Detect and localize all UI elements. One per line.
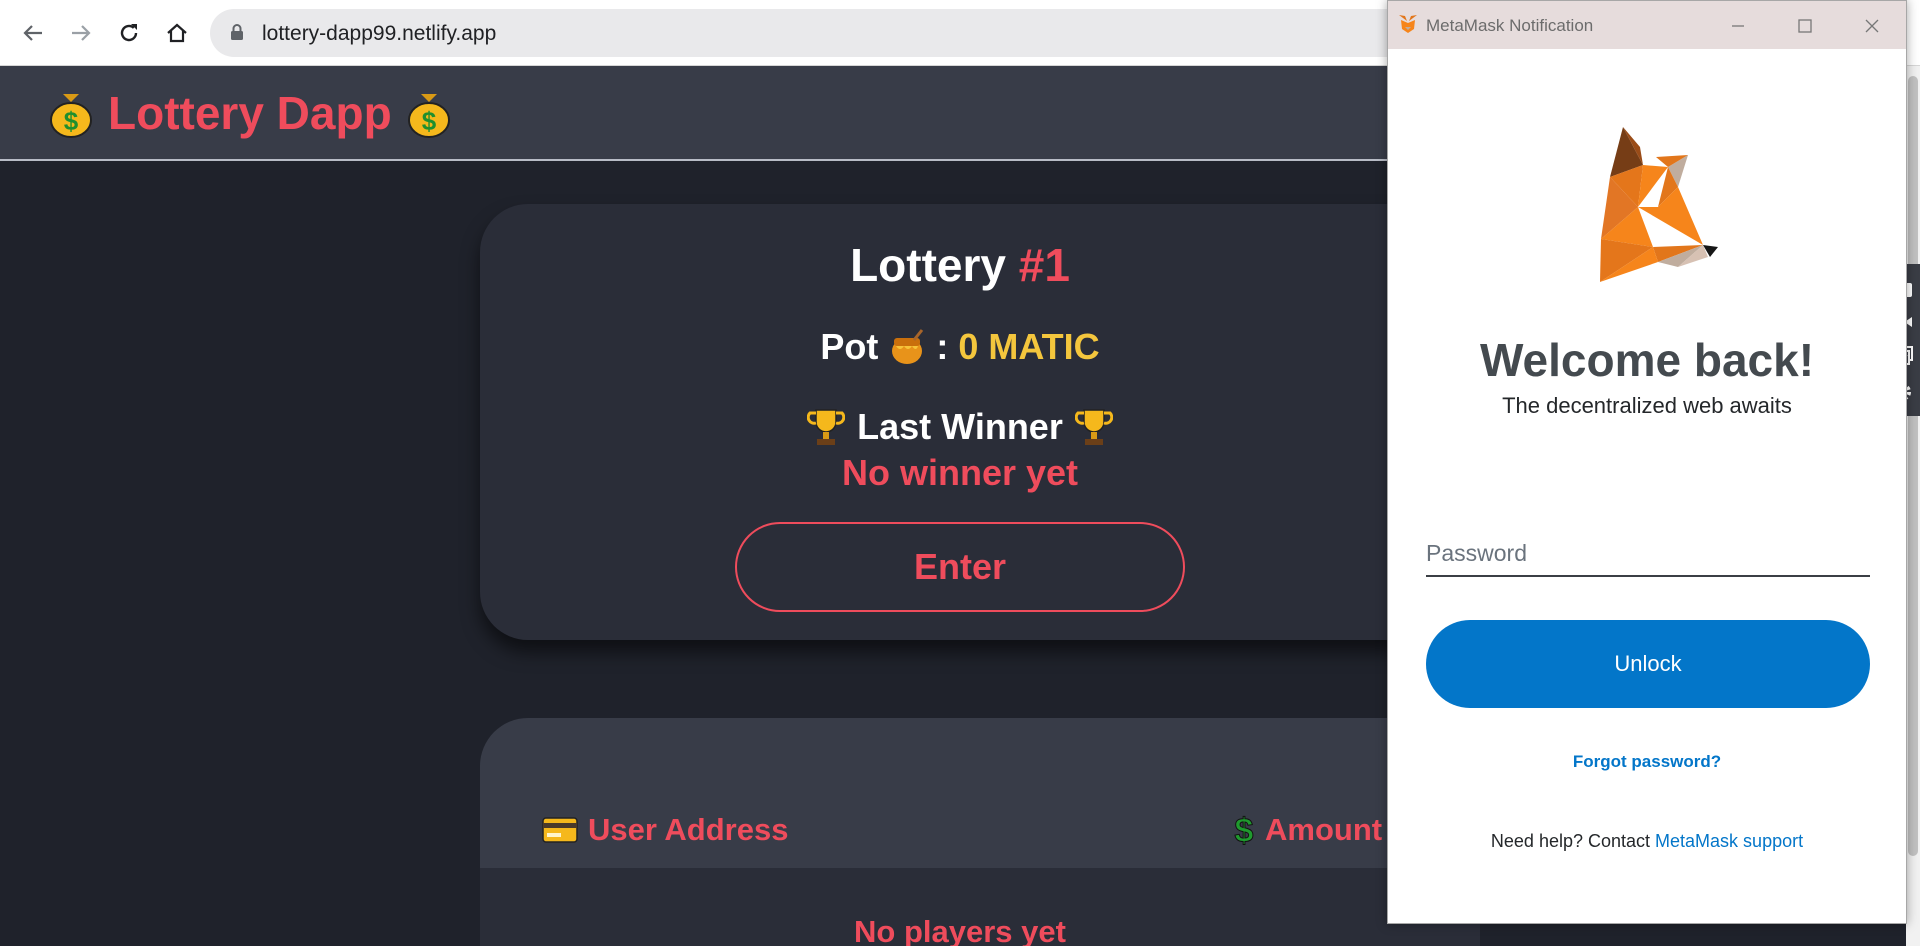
dollar-icon: $ — [1234, 812, 1254, 848]
honey-pot-icon — [892, 329, 924, 364]
help-text: Need help? Contact MetaMask support — [1388, 831, 1906, 852]
col-user-address-label: User Address — [588, 812, 789, 847]
brand-title: Lottery Dapp — [108, 87, 392, 139]
help-prefix: Need help? Contact — [1490, 831, 1651, 851]
credit-card-icon — [542, 817, 578, 843]
metamask-support-link[interactable]: MetaMask support — [1655, 831, 1803, 851]
money-bag-icon: $ — [407, 94, 450, 138]
last-winner-row: Last Winner — [480, 406, 1440, 448]
url-text: lottery-dapp99.netlify.app — [262, 22, 497, 45]
close-button[interactable] — [1858, 13, 1886, 39]
arrow-left-icon — [23, 25, 42, 41]
metamask-window-title: MetaMask Notification — [1426, 16, 1594, 35]
metamask-fox-icon — [1399, 15, 1417, 33]
lock-icon — [231, 24, 243, 40]
pot-row: Pot : 0 MATIC — [480, 326, 1440, 368]
lottery-number: #1 — [1018, 239, 1070, 291]
lottery-title: Lottery #1 — [480, 238, 1440, 292]
svg-text:$: $ — [421, 106, 436, 136]
unlock-button[interactable]: Unlock — [1426, 620, 1870, 708]
reload-icon — [120, 24, 138, 42]
col-amount-label: Amount — [1265, 812, 1383, 847]
empty-state: No players yet — [854, 914, 1066, 946]
brand: $ Lottery Dapp $ — [48, 86, 452, 140]
password-field[interactable] — [1426, 531, 1870, 577]
trophy-icon — [807, 409, 846, 445]
last-winner-value: No winner yet — [841, 452, 1079, 493]
enter-button[interactable]: Enter — [735, 522, 1185, 612]
pot-separator: : — [936, 326, 949, 367]
last-winner-label: Last Winner — [857, 406, 1063, 447]
reload-button[interactable] — [112, 16, 146, 50]
money-bag-icon: $ — [50, 94, 92, 138]
players-table-header: User Address $ Amount — [480, 718, 1480, 868]
forward-button[interactable] — [64, 16, 98, 50]
metamask-window: MetaMask Notification Welcome back! The … — [1387, 0, 1907, 924]
metamask-fox-logo — [1600, 127, 1718, 282]
minimize-button[interactable] — [1724, 13, 1752, 39]
close-icon — [1865, 19, 1879, 33]
minimize-icon — [1732, 25, 1744, 27]
col-user-address: User Address — [542, 812, 788, 848]
pot-value: 0 MATIC — [958, 326, 1100, 367]
col-amount: $ Amount — [1233, 812, 1382, 848]
back-button[interactable] — [16, 16, 50, 50]
home-icon — [167, 23, 187, 43]
scrollbar-thumb[interactable] — [1908, 76, 1918, 856]
page-scrollbar[interactable] — [1906, 66, 1920, 946]
home-button[interactable] — [160, 16, 194, 50]
pot-label: Pot — [820, 326, 879, 367]
maximize-button[interactable] — [1791, 13, 1819, 39]
maximize-icon — [1798, 19, 1812, 33]
players-table: User Address $ Amount No players yet — [480, 718, 1480, 946]
metamask-subtitle: The decentralized web awaits — [1502, 393, 1792, 418]
arrow-right-icon — [72, 25, 91, 41]
lottery-card: Lottery #1 Pot : 0 MATIC Last Winner No … — [480, 204, 1480, 640]
svg-text:$: $ — [1235, 812, 1254, 848]
svg-text:$: $ — [64, 106, 79, 136]
metamask-welcome-heading: Welcome back! — [1479, 334, 1815, 386]
metamask-titlebar: MetaMask Notification — [1388, 1, 1906, 49]
players-table-body: No players yet — [480, 868, 1480, 946]
lottery-label: Lottery — [850, 239, 1006, 291]
forgot-password-link[interactable]: Forgot password? — [1388, 752, 1906, 772]
trophy-icon — [1074, 409, 1113, 445]
